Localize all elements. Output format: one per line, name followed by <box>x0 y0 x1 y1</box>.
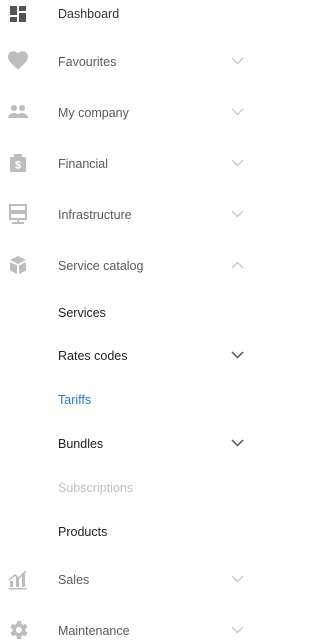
sidebar-item-infrastructure[interactable]: Infrastructure <box>0 197 248 231</box>
chevron-down-icon[interactable] <box>231 108 244 116</box>
people-icon <box>6 100 30 124</box>
bar-chart-icon <box>6 567 30 591</box>
submenu-item-subscriptions: Subscriptions <box>0 475 248 501</box>
chevron-down-icon[interactable] <box>231 210 244 218</box>
sidebar-item-label: Favourites <box>58 55 117 69</box>
submenu-item-label: Rates codes <box>58 349 128 363</box>
submenu-item-label: Subscriptions <box>58 481 134 495</box>
submenu-item-products[interactable]: Products <box>0 519 248 545</box>
submenu-item-tariffs[interactable]: Tariffs <box>0 387 248 413</box>
heart-icon <box>6 49 30 73</box>
submenu-item-bundles[interactable]: Bundles <box>0 431 248 457</box>
sidebar-item-label: Financial <box>58 157 109 171</box>
submenu-item-label: Products <box>58 525 108 539</box>
chevron-down-icon[interactable] <box>231 159 244 167</box>
sidebar-item-label: Infrastructure <box>58 208 132 222</box>
gear-icon <box>6 618 30 642</box>
sidebar-item-label: Dashboard <box>58 7 120 21</box>
sidebar-item-favourites[interactable]: Favourites <box>0 44 248 78</box>
sidebar-item-financial[interactable]: $ Financial <box>0 146 248 180</box>
chevron-down-icon[interactable] <box>231 57 244 65</box>
svg-text:$: $ <box>15 160 21 172</box>
sidebar-item-maintenance[interactable]: Maintenance <box>0 614 248 640</box>
sidebar-item-sales[interactable]: Sales <box>0 562 248 596</box>
sidebar-item-label: Maintenance <box>58 624 130 638</box>
sidebar-item-label: My company <box>58 106 129 120</box>
sidebar-item-dashboard[interactable]: Dashboard <box>0 0 248 28</box>
submenu-item-label: Services <box>58 306 106 320</box>
sidebar-item-label: Sales <box>58 573 90 587</box>
chevron-down-icon[interactable] <box>231 626 244 634</box>
money-icon: $ <box>6 151 30 175</box>
sidebar-item-my-company[interactable]: My company <box>0 95 248 129</box>
submenu-item-rates-codes[interactable]: Rates codes <box>0 343 248 369</box>
sidebar-item-label: Service catalog <box>58 259 144 273</box>
submenu-item-label: Tariffs <box>58 393 92 407</box>
chevron-down-icon[interactable] <box>231 575 244 583</box>
chevron-up-icon[interactable] <box>231 261 244 269</box>
submenu-item-services[interactable]: Services <box>0 300 248 326</box>
box-icon <box>6 253 30 277</box>
dashboard-icon <box>6 2 30 26</box>
chevron-down-icon[interactable] <box>231 439 244 447</box>
sidebar-item-service-catalog[interactable]: Service catalog <box>0 248 248 282</box>
server-icon <box>6 202 30 226</box>
chevron-down-icon[interactable] <box>231 351 244 359</box>
submenu-item-label: Bundles <box>58 437 104 451</box>
